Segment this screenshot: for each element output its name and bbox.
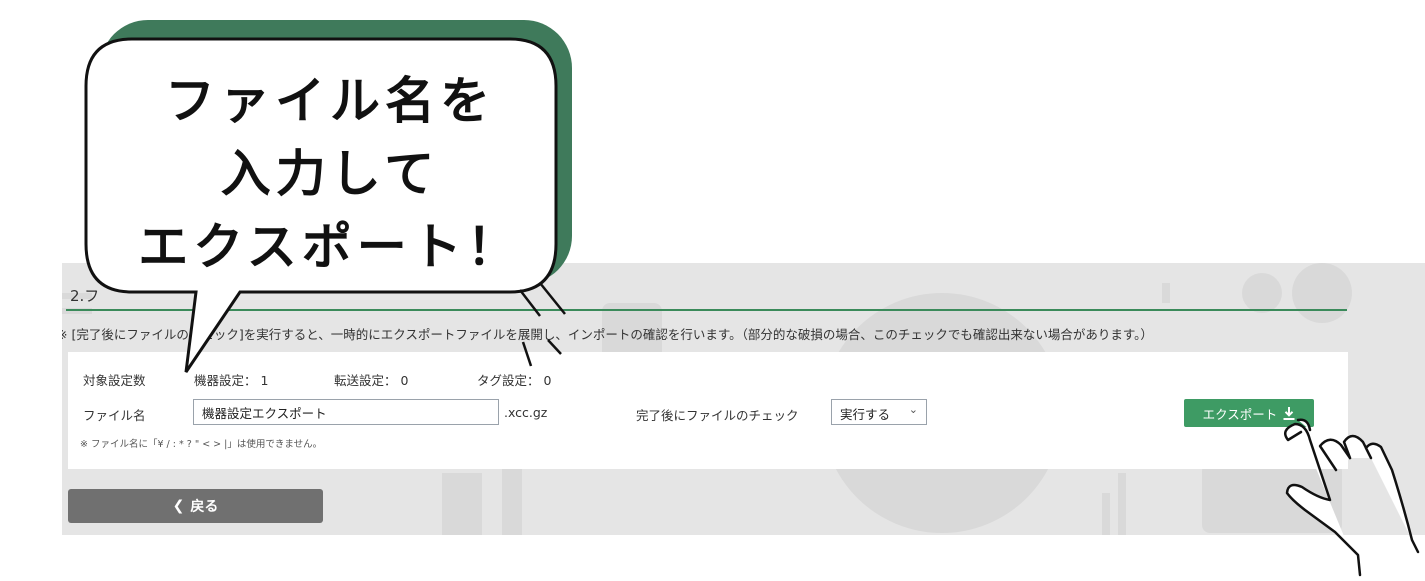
- back-button-label: 戻る: [190, 499, 219, 515]
- filename-label: ファイル名: [83, 408, 146, 423]
- chevron-left-icon: ❮: [172, 498, 185, 514]
- download-icon: [1283, 406, 1295, 420]
- back-button[interactable]: ❮ 戻る: [68, 489, 323, 523]
- callout-text: ファイル名を 入力して エクスポート！: [95, 65, 565, 284]
- export-button[interactable]: エクスポート: [1184, 399, 1314, 427]
- section-title: 2.フ: [70, 287, 100, 305]
- filename-rule-note: ※ ファイル名に「¥ / : * ? " < > |」は使用できません。: [80, 439, 323, 450]
- target-count-label: 対象設定数: [83, 373, 146, 388]
- callout-line-3: エクスポート！: [138, 218, 522, 276]
- chevron-down-icon: ⌄: [908, 403, 918, 416]
- file-check-select[interactable]: 実行する ⌄: [831, 399, 927, 425]
- filename-extension: .xcc.gz: [504, 405, 548, 420]
- export-settings-card: 対象設定数 機器設定： 1 転送設定： 0 タグ設定： 0 ファイル名 .xcc…: [68, 352, 1348, 469]
- device-setting-count: 機器設定： 1: [194, 373, 269, 388]
- export-button-label: エクスポート: [1202, 406, 1278, 422]
- check-note: ※ [完了後にファイルのチェック]を実行すると、一時的にエクスポートファイルを展…: [62, 327, 1153, 342]
- file-check-label: 完了後にファイルのチェック: [636, 408, 799, 423]
- transfer-setting-count: 転送設定： 0: [334, 373, 409, 388]
- export-panel: 2.フ ※ [完了後にファイルのチェック]を実行すると、一時的にエクスポートファ…: [62, 263, 1425, 535]
- callout-line-2: 入力して: [220, 145, 440, 203]
- tag-setting-count: タグ設定： 0: [477, 373, 552, 388]
- section-divider: [66, 309, 1347, 311]
- callout-line-1: ファイル名を: [165, 72, 495, 130]
- filename-input[interactable]: [193, 399, 499, 425]
- file-check-selected-value: 実行する: [840, 407, 891, 422]
